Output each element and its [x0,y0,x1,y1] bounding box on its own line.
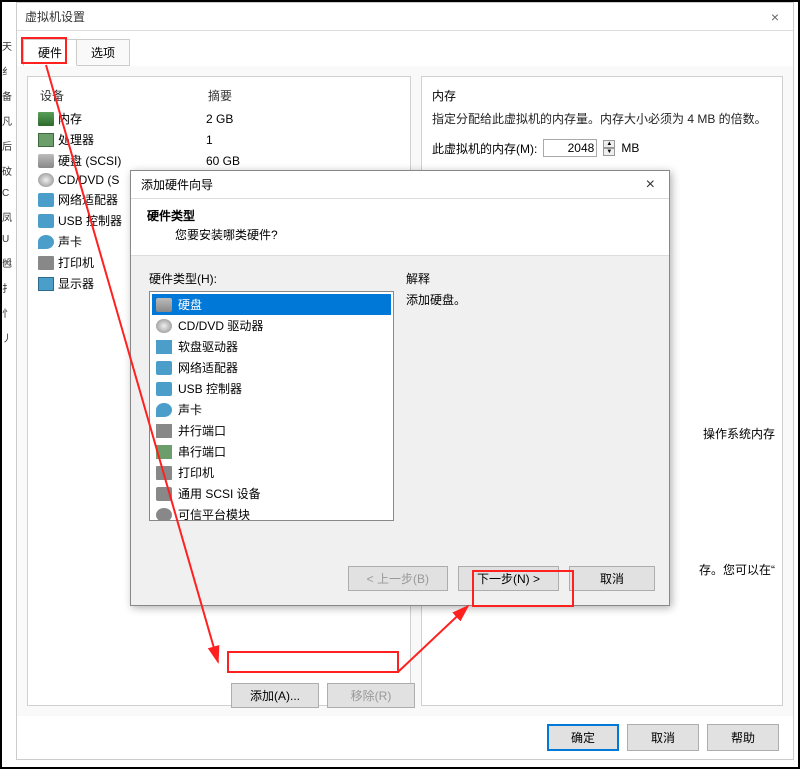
wizard-titlebar: 添加硬件向导 × [131,171,669,199]
memory-snippet1: 操作系统内存 [703,425,775,442]
device-name: 内存 [58,110,206,127]
close-icon[interactable]: × [642,176,659,194]
help-button[interactable]: 帮助 [707,724,779,751]
hw-item[interactable]: CD/DVD 驱动器 [152,315,391,336]
memory-input-row: 此虚拟机的内存(M): ▲ ▼ MB [432,139,772,157]
memory-unit: MB [621,141,639,155]
printer-icon [38,256,54,270]
memory-title: 内存 [432,87,772,104]
usb-icon [38,214,54,228]
memory-desc: 指定分配给此虚拟机的内存量。内存大小必须为 4 MB 的倍数。 [432,110,772,129]
hw-item[interactable]: 声卡 [152,399,391,420]
memory-spinner[interactable]: ▲ ▼ [603,140,615,156]
hardware-type-list[interactable]: 硬盘 CD/DVD 驱动器软盘驱动器网络适配器 USB 控制器声卡并行端口串行端口打… [149,291,394,521]
device-name: 处理器 [58,131,206,148]
sound-icon [156,403,172,417]
left-sidebar-stub: 天纟备凡后砇C凤U乸扌忄丿 [2,32,16,432]
hw-item-label: 网络适配器 [178,359,238,376]
tab-hardware[interactable]: 硬件 [23,39,77,66]
wizard-header: 硬件类型 您要安装哪类硬件? [131,199,669,256]
cancel-button[interactable]: 取消 [627,724,699,751]
wizard-right-pane: 解释 添加硬盘。 [406,270,651,538]
wizard-body: 硬件类型(H): 硬盘 CD/DVD 驱动器软盘驱动器网络适配器 USB 控制器声卡… [131,256,669,556]
device-row[interactable]: 处理器1 [34,129,404,150]
net-icon [156,361,172,375]
add-hardware-wizard: 添加硬件向导 × 硬件类型 您要安装哪类硬件? 硬件类型(H): 硬盘 CD/DV… [130,170,670,606]
hw-item[interactable]: 通用 SCSI 设备 [152,483,391,504]
disk-icon [156,298,172,312]
col-device: 设备 [40,87,208,104]
floppy-icon [156,340,172,354]
hw-item-label: USB 控制器 [178,380,242,397]
hw-item-label: 硬盘 [178,296,202,313]
cd-icon [38,173,54,187]
hw-item-label: 通用 SCSI 设备 [178,485,261,502]
tab-options[interactable]: 选项 [76,39,130,66]
col-summary: 摘要 [208,87,398,104]
device-summary: 1 [206,133,400,147]
memory-label: 此虚拟机的内存(M): [432,140,537,157]
explain-text: 添加硬盘。 [406,291,651,308]
device-summary: 2 GB [206,112,400,126]
wizard-title: 添加硬件向导 [141,176,642,193]
hw-item-label: 打印机 [178,464,214,481]
close-icon[interactable]: × [765,7,785,27]
prev-button[interactable]: < 上一步(B) [348,566,448,591]
add-button[interactable]: 添加(A)... [231,683,319,708]
hw-item-label: CD/DVD 驱动器 [178,317,263,334]
hw-item-label: 并行端口 [178,422,226,439]
hw-item-label: 串行端口 [178,443,226,460]
spinner-down-icon[interactable]: ▼ [603,148,615,156]
spinner-up-icon[interactable]: ▲ [603,140,615,148]
device-row[interactable]: 硬盘 (SCSI)60 GB [34,150,404,171]
sound-icon [38,235,54,249]
device-name: 硬盘 (SCSI) [58,152,206,169]
wizard-buttons: < 上一步(B) 下一步(N) > 取消 [131,556,669,605]
cpu-icon [38,133,54,147]
hw-item[interactable]: 硬盘 [152,294,391,315]
device-summary: 60 GB [206,154,400,168]
main-bottom-buttons: 确定 取消 帮助 [547,724,779,751]
hw-item-label: 可信平台模块 [178,506,250,521]
titlebar: 虚拟机设置 × [17,3,793,31]
next-button[interactable]: 下一步(N) > [458,566,559,591]
device-row[interactable]: 内存2 GB [34,108,404,129]
mem-icon [38,112,54,126]
memory-snippet2: 存。您可以在“ [699,561,775,578]
parallel-icon [156,424,172,438]
memory-input[interactable] [543,139,597,157]
remove-button[interactable]: 移除(R) [327,683,415,708]
hw-type-label: 硬件类型(H): [149,270,394,287]
wizard-left-pane: 硬件类型(H): 硬盘 CD/DVD 驱动器软盘驱动器网络适配器 USB 控制器声卡… [149,270,394,538]
window-title: 虚拟机设置 [25,8,765,25]
hw-item[interactable]: 串行端口 [152,441,391,462]
hw-item[interactable]: 网络适配器 [152,357,391,378]
hw-item-label: 软盘驱动器 [178,338,238,355]
hw-item-label: 声卡 [178,401,202,418]
display-icon [38,277,54,291]
wizard-subheading: 您要安装哪类硬件? [175,226,653,243]
ok-button[interactable]: 确定 [547,724,619,751]
scsi-icon [156,487,172,501]
hw-item[interactable]: 并行端口 [152,420,391,441]
hw-item[interactable]: 可信平台模块 [152,504,391,521]
disk-icon [38,154,54,168]
hw-item[interactable]: 软盘驱动器 [152,336,391,357]
hw-item[interactable]: USB 控制器 [152,378,391,399]
wizard-heading: 硬件类型 [147,207,653,224]
serial-icon [156,445,172,459]
device-list-header: 设备 摘要 [34,83,404,108]
trusted-icon [156,508,172,522]
cd-icon [156,319,172,333]
add-remove-buttons: 添加(A)... 移除(R) [231,683,415,708]
tab-bar: 硬件 选项 [17,31,793,66]
printer-icon [156,466,172,480]
wizard-cancel-button[interactable]: 取消 [569,566,655,591]
hw-item[interactable]: 打印机 [152,462,391,483]
usb-icon [156,382,172,396]
explain-label: 解释 [406,270,651,287]
net-icon [38,193,54,207]
